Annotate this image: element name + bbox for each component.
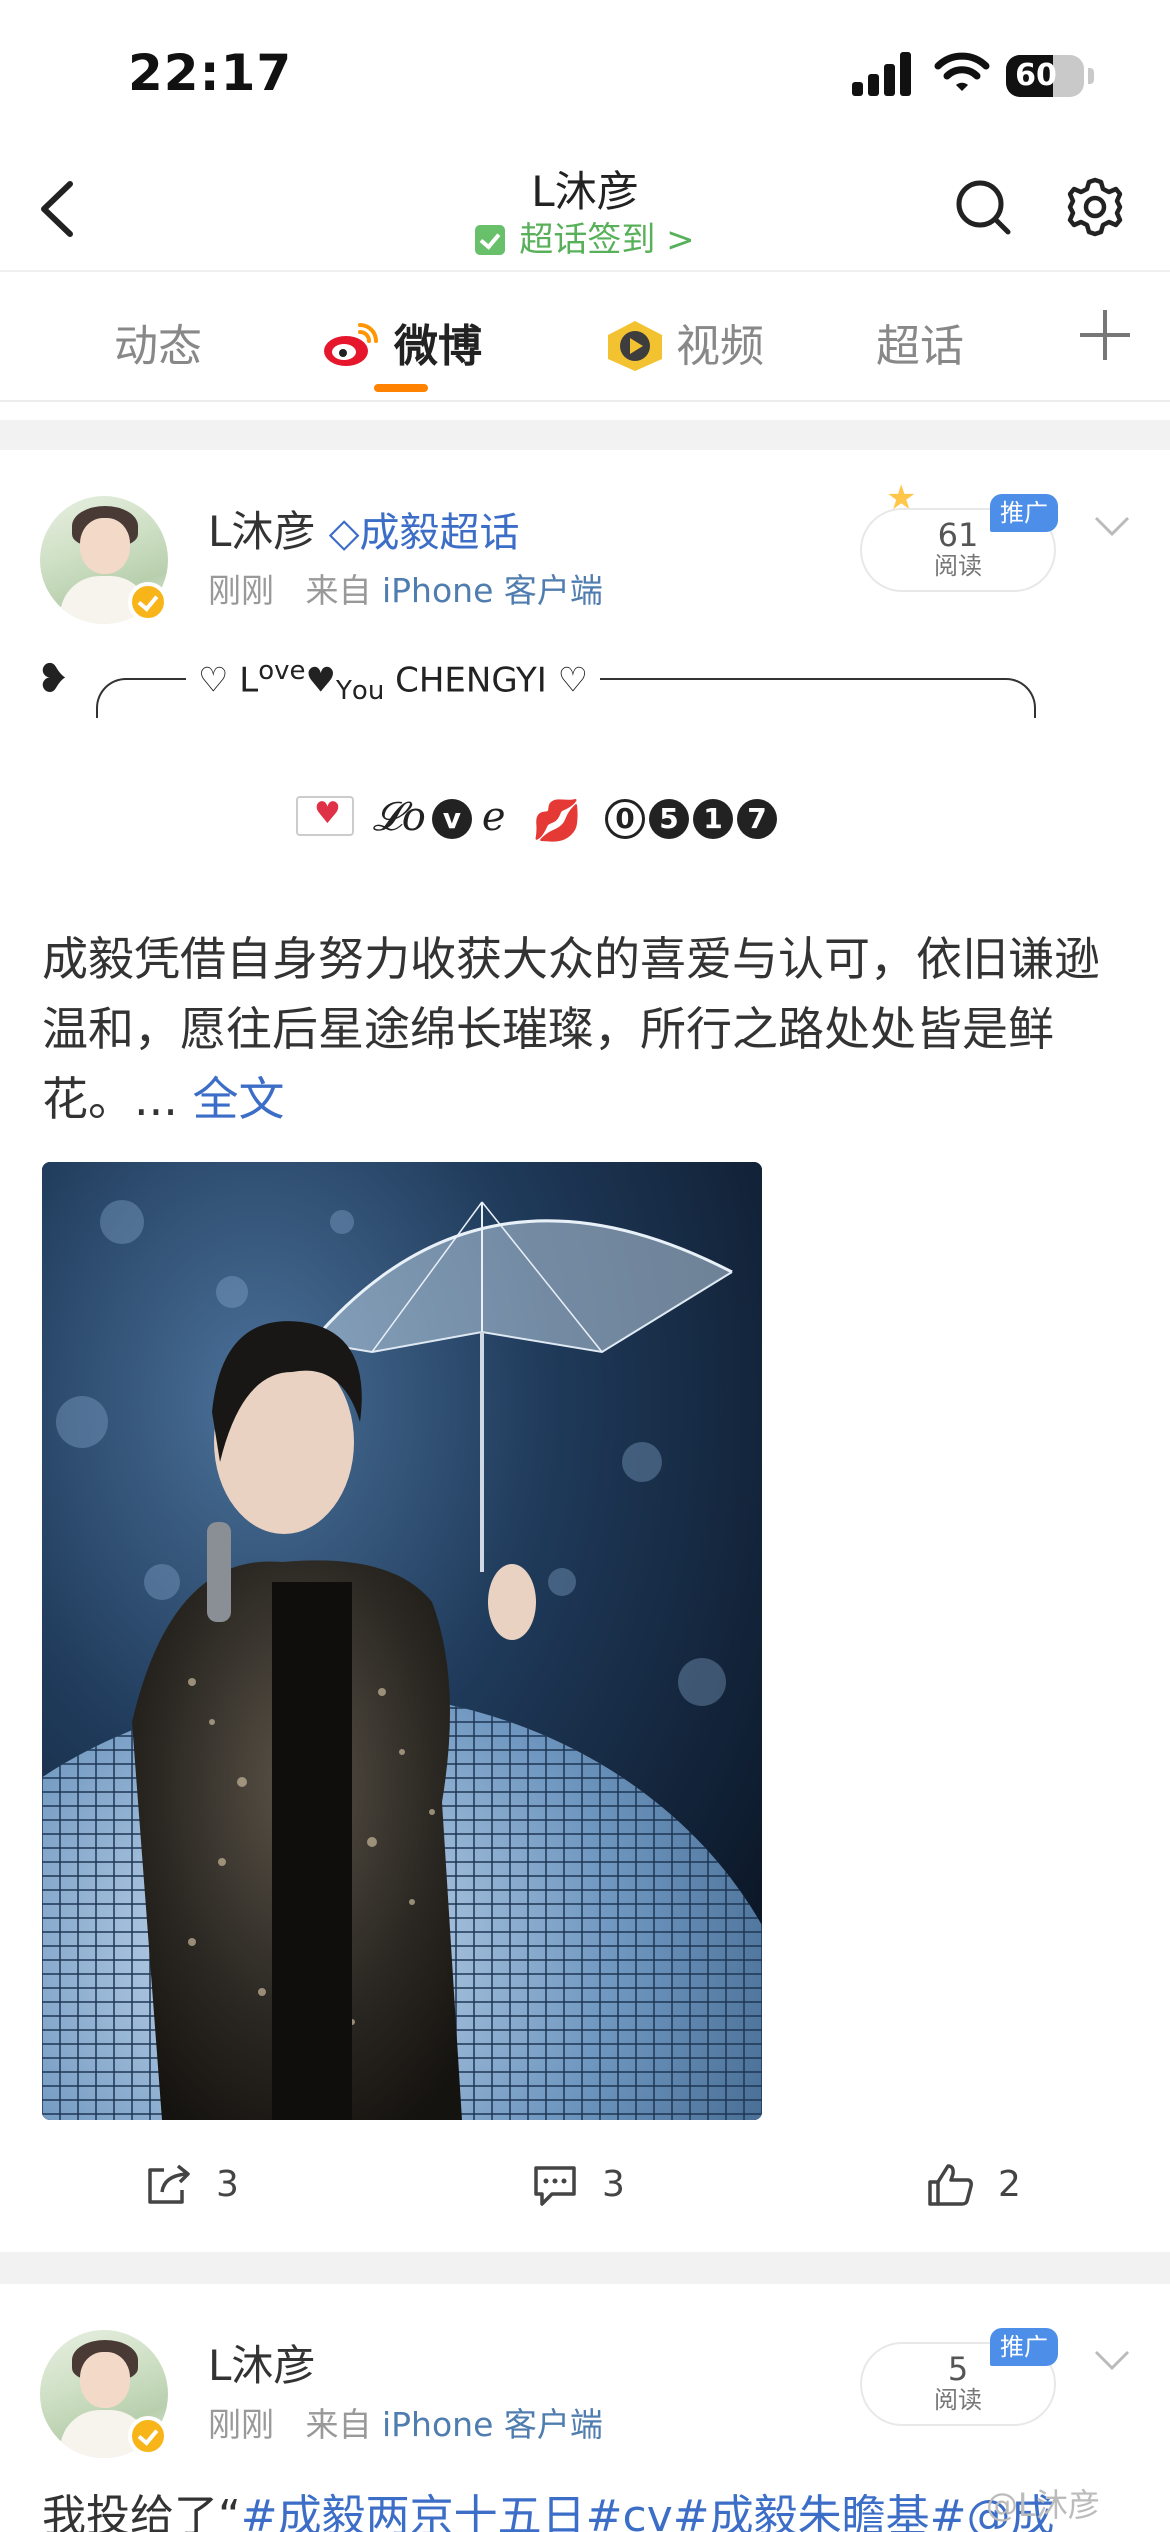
nav-bar: L沐彦 超话签到 > xyxy=(0,150,1170,272)
share-icon xyxy=(148,2164,190,2204)
video-logo-icon xyxy=(608,321,662,371)
verified-badge-icon xyxy=(128,2416,168,2456)
hashtag-link[interactable]: #成毅两京十五日#cv#成毅朱瞻基#@成 xyxy=(241,2491,1055,2532)
chevron-down-icon[interactable] xyxy=(1092,2348,1132,2372)
read-label: 阅读 xyxy=(934,2386,982,2414)
love-letter-icon xyxy=(296,796,354,836)
kiss-lips-icon: 💋 xyxy=(532,798,583,844)
cellular-signal-icon xyxy=(852,52,914,96)
post-image[interactable] xyxy=(42,1162,762,2120)
digit-circle: 1 xyxy=(693,799,733,839)
like-button[interactable]: 2 xyxy=(926,2162,1021,2208)
verified-badge-icon xyxy=(128,582,168,622)
like-count: 2 xyxy=(998,2164,1021,2205)
checkin-label: 超话签到 xyxy=(519,220,656,260)
comment-count: 3 xyxy=(602,2164,625,2205)
love-script-2: e xyxy=(481,794,506,840)
post-body[interactable]: 我投给了“#成毅两京十五日#cv#成毅朱瞻基#@成 xyxy=(42,2480,1142,2532)
promote-badge[interactable]: 推广 xyxy=(990,2328,1058,2366)
share-button[interactable]: 3 xyxy=(144,2162,239,2208)
digit-circle: 7 xyxy=(737,799,777,839)
post-meta: 刚刚 来自 iPhone 客户端 xyxy=(208,564,603,612)
weibo-logo-icon xyxy=(324,323,378,366)
checkin-icon xyxy=(475,225,506,255)
read-label: 阅读 xyxy=(934,552,982,580)
tab-weibo[interactable]: 微博 xyxy=(322,310,482,374)
active-tab-indicator xyxy=(374,384,428,392)
heart-icon: ♥ xyxy=(305,660,337,701)
plus-icon[interactable] xyxy=(1080,310,1130,360)
post-author[interactable]: L沐彦 ◇成毅超话 xyxy=(208,498,520,559)
post-meta: 刚刚 来自 iPhone 客户端 xyxy=(208,2398,603,2446)
share-count: 3 xyxy=(216,2164,239,2205)
post-body[interactable]: 成毅凭借自身努力收获大众的喜爱与认可，依旧谦逊温和，愿往后星途绵长璀璨，所行之路… xyxy=(42,924,1132,1134)
post-author[interactable]: L沐彦 xyxy=(208,2332,315,2393)
promote-badge[interactable]: 推广 xyxy=(990,494,1058,532)
chevron-right-icon: > xyxy=(666,220,695,260)
author-name[interactable]: L沐彦 xyxy=(208,2341,315,2390)
section-divider xyxy=(0,2252,1170,2284)
deco-ou: ou xyxy=(351,676,385,707)
tab-label: 超话 xyxy=(876,321,964,372)
post-time: 刚刚 xyxy=(208,2405,274,2444)
read-more-link[interactable]: 全文 xyxy=(193,1072,285,1126)
tab-label: 微博 xyxy=(394,321,482,372)
source-prefix: 来自 xyxy=(305,571,372,610)
like-icon xyxy=(928,2164,973,2206)
tab-label: 视频 xyxy=(676,321,764,372)
chevron-down-icon[interactable] xyxy=(1092,514,1132,538)
author-name[interactable]: L沐彦 xyxy=(208,507,315,556)
comment-icon xyxy=(534,2166,576,2206)
decorative-line: ❥ ♡ Love♥You CHENGYI ♡ xyxy=(36,656,1036,736)
avatar-face xyxy=(80,2352,130,2408)
watermark: @L沐彦 xyxy=(986,2486,1100,2524)
decorative-text: ♡ Love♥You CHENGYI ♡ xyxy=(186,656,601,707)
section-divider xyxy=(0,420,1170,450)
deco-y: Y xyxy=(336,676,352,707)
tab-dynamic[interactable]: 动态 xyxy=(114,310,202,374)
source-prefix: 来自 xyxy=(305,2405,372,2444)
search-icon[interactable] xyxy=(950,174,1016,240)
avatar-face xyxy=(80,518,130,574)
status-bar: 22:17 60 xyxy=(0,0,1170,150)
post-body-text: 我投给了“ xyxy=(42,2491,241,2532)
love-circle: v xyxy=(431,799,472,839)
profile-tabs: 动态 微博 视频 超话 xyxy=(0,274,1170,402)
battery-cap xyxy=(1088,68,1094,84)
topic-label: 成毅超话 xyxy=(359,510,520,556)
love-script-1: 𝓛o xyxy=(372,794,426,840)
deco-love: ove xyxy=(258,656,306,686)
spade-icon: ❥ xyxy=(36,656,70,702)
deco-name: CHENGYI xyxy=(395,660,547,701)
post-source[interactable]: iPhone 客户端 xyxy=(382,571,603,610)
love-line: 𝓛ove 💋 0517 xyxy=(296,794,781,854)
tab-label: 动态 xyxy=(114,321,202,372)
digit-circle: 5 xyxy=(649,799,689,839)
tab-supertopic[interactable]: 超话 xyxy=(876,310,964,374)
status-time: 22:17 xyxy=(128,44,293,102)
digit-circle: 0 xyxy=(605,799,645,839)
wifi-icon xyxy=(934,52,990,91)
deco-l: L xyxy=(239,660,259,701)
battery-level: 60 xyxy=(1015,58,1057,93)
post-time: 刚刚 xyxy=(208,571,274,610)
post-source[interactable]: iPhone 客户端 xyxy=(382,2405,603,2444)
gear-icon[interactable] xyxy=(1062,174,1128,240)
comment-button[interactable]: 3 xyxy=(530,2162,625,2208)
battery-icon: 60 xyxy=(1006,55,1084,97)
supertopic-link[interactable]: ◇成毅超话 xyxy=(329,510,520,556)
post-actions: 3 3 2 xyxy=(0,2132,1170,2242)
tab-video[interactable]: 视频 xyxy=(604,310,764,374)
